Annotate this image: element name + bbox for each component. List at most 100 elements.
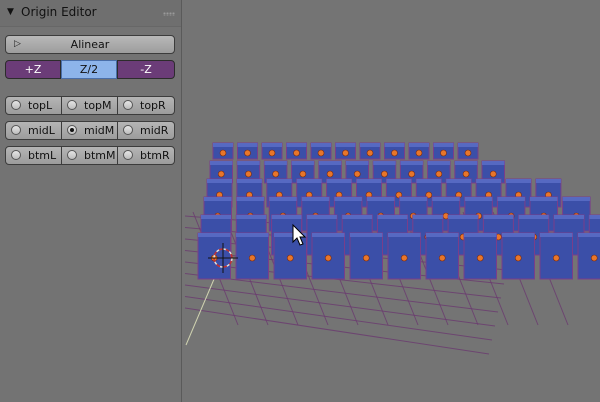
cube-top: [497, 197, 525, 201]
radio-topL[interactable]: topL: [5, 96, 62, 115]
cube-top: [464, 197, 493, 201]
radio-midR[interactable]: midR: [117, 121, 175, 140]
cube-top: [236, 197, 265, 201]
plus-z-button[interactable]: +Z: [5, 60, 61, 79]
origin-dot: [245, 170, 252, 178]
cube-top: [237, 161, 260, 165]
cube-top: [427, 161, 451, 165]
cube-top: [518, 215, 549, 219]
radio-midM[interactable]: midM: [61, 121, 118, 140]
cube-top: [432, 197, 460, 201]
panel-header[interactable]: ▼ Origin Editor: [0, 0, 181, 27]
dropdown-arrow-icon: ▷: [14, 39, 21, 49]
cube-top: [530, 197, 558, 201]
origin-dot: [381, 170, 388, 178]
origin-dot: [272, 170, 279, 178]
origin-dot: [435, 170, 443, 178]
origin-dot: [440, 149, 447, 157]
origin-dot: [391, 149, 398, 157]
cube-top: [350, 233, 383, 237]
cube-top: [458, 143, 478, 147]
cube-top: [204, 197, 232, 201]
panel-title: Origin Editor: [21, 5, 97, 19]
half-z-button[interactable]: Z/2: [61, 60, 117, 79]
cube-top: [356, 179, 382, 183]
cube-top: [399, 197, 428, 201]
cube-top: [236, 179, 262, 183]
origin-dot: [342, 149, 349, 157]
radio-selected-icon: [67, 125, 77, 135]
radio-row-bottom: btmL btmM btmR: [5, 146, 175, 165]
cube-top: [412, 215, 443, 219]
radio-row-top: topL topM topR: [5, 96, 175, 115]
cube-top: [482, 161, 505, 165]
radio-circle-icon: [11, 150, 21, 160]
cube-top: [291, 161, 315, 165]
radio-topM[interactable]: topM: [61, 96, 118, 115]
cube-top: [311, 143, 331, 147]
origin-dot: [219, 149, 227, 157]
cube-top: [306, 215, 337, 219]
radio-topR[interactable]: topR: [117, 96, 175, 115]
origin-dot: [462, 170, 470, 178]
radio-btmR[interactable]: btmR: [117, 146, 175, 165]
origin-editor-panel: ▼ Origin Editor ▷ Alinear +Z Z/2 -Z topL…: [0, 0, 182, 402]
origin-dot: [244, 149, 251, 157]
radio-midL[interactable]: midL: [5, 121, 62, 140]
cube-top: [326, 179, 352, 183]
radio-btmM[interactable]: btmM: [61, 146, 118, 165]
radio-btmL[interactable]: btmL: [5, 146, 62, 165]
cube-top: [535, 179, 561, 183]
origin-dot: [590, 254, 598, 262]
cube-top: [483, 215, 514, 219]
alignment-dropdown[interactable]: ▷ Alinear: [5, 35, 175, 54]
cube-top: [207, 179, 232, 183]
cube-top: [271, 215, 302, 219]
cube-top: [373, 161, 396, 165]
cube-top: [346, 161, 369, 165]
cube-top: [198, 233, 231, 237]
cube-top: [589, 215, 600, 219]
origin-dot: [408, 170, 415, 178]
cube-top: [554, 215, 584, 219]
origin-dot: [326, 170, 334, 178]
cube-top: [476, 179, 502, 183]
cube-top: [400, 161, 423, 165]
origin-dot: [464, 149, 472, 157]
origin-dot: [293, 149, 300, 157]
minus-z-button[interactable]: -Z: [117, 60, 175, 79]
3d-viewport[interactable]: [183, 0, 600, 402]
cube-top: [342, 215, 373, 219]
cube-top: [464, 233, 497, 237]
cube-top: [360, 143, 380, 147]
cube-top: [296, 179, 322, 183]
cube-top: [388, 233, 421, 237]
cube-top: [506, 179, 531, 183]
collapse-triangle-icon[interactable]: ▼: [7, 7, 14, 17]
scene-canvas[interactable]: [183, 0, 600, 402]
cube-top: [433, 143, 454, 147]
origin-dot: [353, 170, 361, 178]
origin-dot: [476, 254, 484, 262]
origin-dot: [217, 170, 225, 178]
cube-top: [201, 215, 231, 219]
grid-line: [184, 307, 490, 355]
cube-top: [262, 143, 282, 147]
origin-dot: [552, 254, 560, 262]
radio-circle-icon: [11, 125, 21, 135]
cube-top: [318, 161, 342, 165]
origin-dot: [438, 254, 446, 262]
cube-top: [446, 179, 472, 183]
origin-dot: [366, 149, 374, 157]
cube-top: [416, 179, 442, 183]
cube-top: [367, 197, 395, 201]
drag-handle-icon[interactable]: [163, 12, 175, 16]
cube-top: [266, 179, 292, 183]
origin-dot: [514, 254, 522, 262]
cube-top: [454, 161, 478, 165]
grid-line: [184, 296, 493, 341]
radio-circle-icon: [123, 100, 133, 110]
cube-top: [377, 215, 408, 219]
cube-top: [286, 143, 307, 147]
origin-dot: [286, 254, 294, 262]
